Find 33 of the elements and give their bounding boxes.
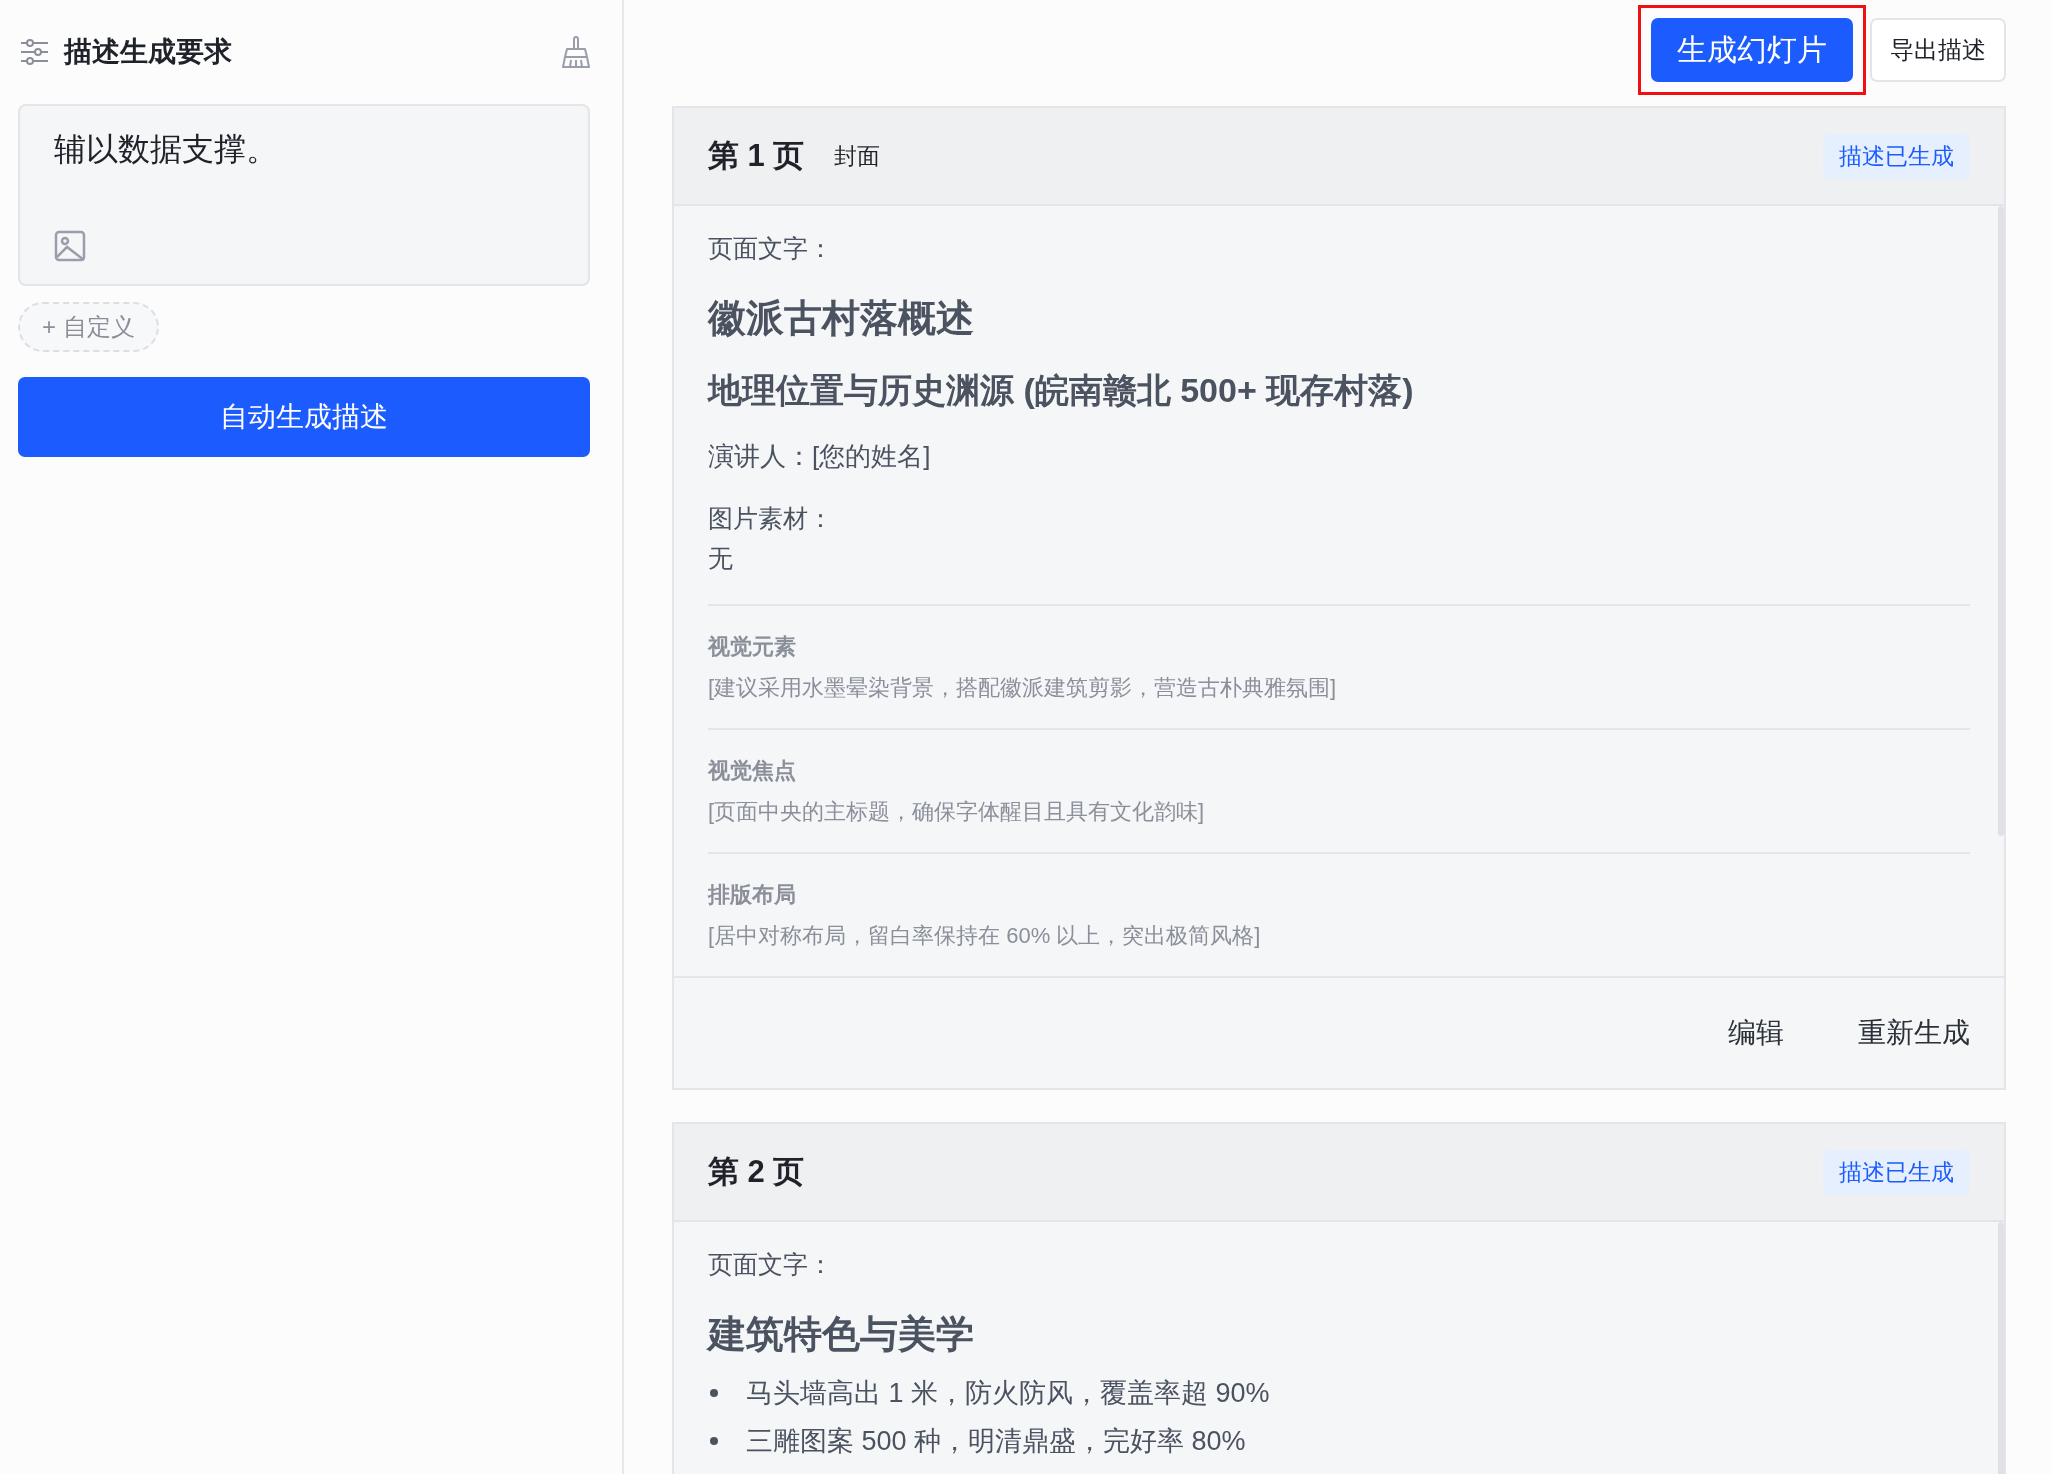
image-icon[interactable] [54, 230, 86, 262]
slide-title: 徽派古村落概述 [708, 296, 975, 341]
section-text: [页面中央的主标题，确保字体醒目且具有文化韵味] [708, 798, 1206, 826]
slide-text: 演讲人：[您的姓名] [708, 440, 932, 473]
generate-slides-button[interactable]: 生成幻灯片 [1651, 18, 1853, 82]
section-label: 视觉焦点 [708, 757, 797, 785]
bullet-text: 马头墙高出 1 米，防火防风，覆盖率超 90% [746, 1377, 1270, 1410]
bullet-icon [710, 1437, 718, 1445]
broom-icon[interactable] [562, 36, 590, 68]
field-value: 无 [708, 543, 734, 574]
page-number: 第 1 页 [708, 137, 805, 175]
page-number: 第 2 页 [708, 1153, 805, 1191]
bullet-text: 三雕图案 500 种，明清鼎盛，完好率 80% [746, 1425, 1246, 1458]
field-label: 页面文字： [708, 1249, 834, 1280]
section-text: [居中对称布局，留白率保持在 60% 以上，突出极简风格] [708, 922, 1262, 950]
regenerate-button[interactable]: 重新生成 [1846, 1006, 1982, 1060]
bullet-icon [710, 1389, 718, 1397]
slide-title: 建筑特色与美学 [708, 1312, 975, 1357]
section-text: [建议采用水墨晕染背景，搭配徽派建筑剪影，营造古朴典雅氛围] [708, 674, 1338, 702]
status-badge: 描述已生成 [1823, 133, 1970, 179]
slide-subtitle: 地理位置与历史渊源 (皖南赣北 500+ 现存村落) [708, 370, 1415, 411]
settings-icon[interactable] [20, 39, 48, 65]
panel-title: 描述生成要求 [64, 35, 233, 69]
prompt-field[interactable]: 辅以数据支撑。 [18, 104, 590, 286]
field-label: 图片素材： [708, 503, 834, 534]
generate-description-button[interactable]: 自动生成描述 [18, 377, 590, 457]
section-label: 视觉元素 [708, 633, 797, 661]
export-button[interactable]: 导出描述 [1870, 18, 2006, 82]
page-type: 封面 [834, 141, 882, 171]
section-label: 排版布局 [708, 881, 797, 909]
edit-button[interactable]: 编辑 [1716, 1006, 1796, 1060]
field-label: 页面文字： [708, 233, 834, 264]
status-badge: 描述已生成 [1823, 1149, 1970, 1195]
